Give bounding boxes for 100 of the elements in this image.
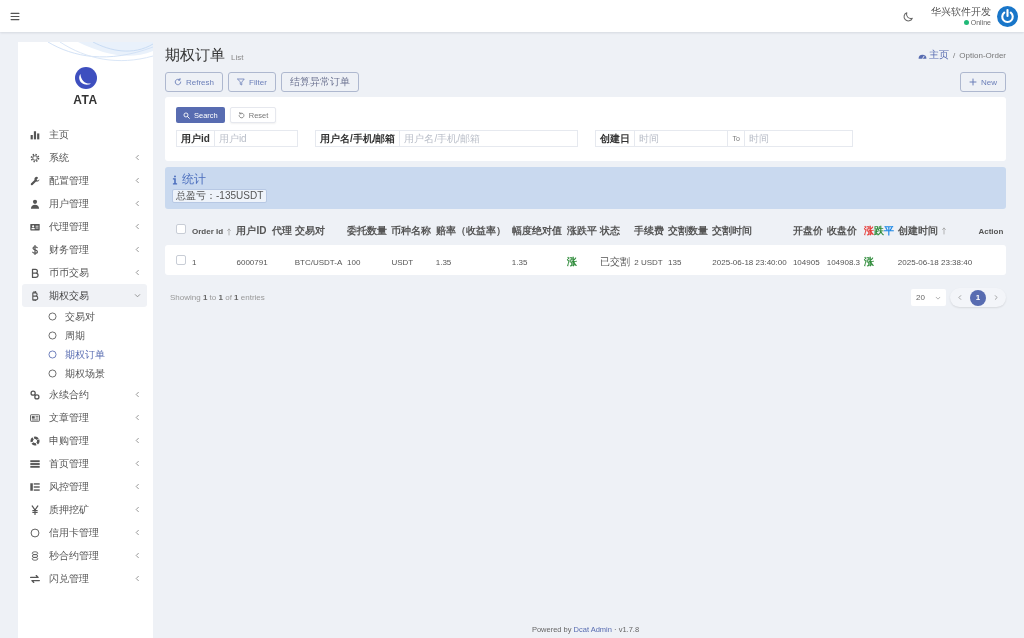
moon-icon[interactable]: [903, 10, 914, 22]
sidebar-item[interactable]: 代理管理: [22, 215, 147, 238]
sidebar-item[interactable]: 期权交易: [22, 284, 147, 307]
sidebar-item[interactable]: 闪兑管理: [22, 567, 147, 590]
table-cell: 2 USDT: [634, 258, 663, 267]
sidebar-item[interactable]: 质押挖矿: [22, 498, 147, 521]
column-header: 委托数量: [347, 224, 388, 238]
undo-icon: [237, 111, 245, 119]
column-header: 交割时间: [712, 224, 753, 238]
refresh-button[interactable]: Refresh: [165, 72, 223, 92]
column-header: 币种名称: [391, 224, 432, 238]
field-label: 用户名/手机/邮箱: [314, 130, 401, 147]
chevron-left-icon: [134, 506, 141, 513]
submenu-item[interactable]: 期权订单: [48, 345, 123, 364]
column-header: 代理: [271, 224, 292, 238]
chevron-right-icon: [993, 294, 999, 301]
sidebar-item[interactable]: 秒合约管理: [22, 544, 147, 567]
id-card-icon: [30, 221, 40, 232]
user-name: 华兴软件开发: [931, 5, 991, 18]
input-field[interactable]: 用户名/手机/邮箱: [400, 130, 579, 147]
bitcoin-icon: [30, 290, 40, 301]
status-dot-icon: [963, 19, 969, 25]
sort-arrow-icon: [226, 227, 233, 236]
search-icon: [183, 111, 190, 119]
sidebar-item[interactable]: 币币交易: [22, 261, 147, 284]
coins-icon: [30, 550, 40, 561]
column-header: 开盘价: [792, 224, 823, 238]
submenu-item[interactable]: 交易对: [48, 307, 123, 326]
table-cell: 涨: [864, 256, 875, 267]
chevron-left-icon: [134, 483, 141, 490]
new-button[interactable]: New: [960, 72, 1006, 92]
circle-icon: [48, 369, 57, 378]
chevron-left-icon: [134, 437, 141, 444]
column-header: 涨跌平: [566, 224, 597, 238]
user-icon: [30, 198, 40, 209]
chevron-down-icon: [134, 292, 141, 299]
table-cell: USDT: [391, 258, 414, 267]
column-header: 用户ID: [236, 224, 267, 238]
sidebar-item[interactable]: 系统: [22, 146, 147, 169]
chevron-left-icon: [134, 552, 141, 559]
filter-button[interactable]: Filter: [228, 72, 276, 92]
per-page-select[interactable]: 20: [911, 289, 946, 306]
sidebar-item[interactable]: 首页管理: [22, 452, 147, 475]
action-button[interactable]: 结算异常订单: [280, 72, 359, 92]
page-subtitle: List: [231, 53, 244, 62]
lifebuoy-icon: [30, 435, 40, 446]
chevron-left-icon: [134, 460, 141, 467]
sidebar-item[interactable]: 信用卡管理: [22, 521, 147, 544]
caret-icon: [935, 294, 941, 301]
table-cell: 104905: [792, 258, 820, 267]
stats-title: 统计: [182, 173, 206, 186]
chevron-left-icon: [957, 294, 963, 301]
chevron-left-icon: [134, 529, 141, 536]
table-cell: 104908.3: [826, 258, 861, 267]
column-header[interactable]: Order Id: [192, 227, 233, 236]
input-field[interactable]: 用户id: [214, 130, 298, 147]
info-icon: [172, 174, 178, 185]
sidebar-item[interactable]: 申购管理: [22, 429, 147, 452]
yen-icon: [30, 504, 40, 515]
start-date-field[interactable]: 时间: [635, 130, 729, 147]
sidebar-item[interactable]: 用户管理: [22, 192, 147, 215]
breadcrumb-link[interactable]: 主页: [918, 48, 950, 62]
sidebar-item[interactable]: 永续合约: [22, 383, 147, 406]
menu-icon[interactable]: [10, 11, 20, 21]
select-all-checkbox[interactable]: [176, 224, 186, 234]
logo-icon: [74, 67, 97, 89]
chevron-left-icon: [134, 177, 141, 184]
list-icon: [30, 481, 40, 492]
plus-icon: [969, 78, 977, 86]
table-cell: 已交割: [600, 256, 631, 267]
table-cell: BTC/USDT-A: [294, 258, 343, 267]
filter-icon: [237, 78, 245, 86]
sidebar-item[interactable]: 主页: [22, 123, 147, 146]
field-label: 创建日: [595, 130, 636, 147]
breadcrumb-separator: /: [953, 50, 956, 60]
breadcrumb-current: Option-Order: [959, 50, 1006, 60]
submenu-item[interactable]: 期权场景: [48, 364, 123, 383]
submenu-item[interactable]: 周期: [48, 326, 123, 345]
sidebar-item[interactable]: 文章管理: [22, 406, 147, 429]
row-checkbox[interactable]: [176, 255, 186, 265]
page-button[interactable]: 1: [970, 289, 986, 306]
column-header: Action: [978, 227, 1004, 236]
b-icon: [30, 267, 40, 278]
gear-icon: [30, 152, 40, 163]
table-cell: 1.35: [435, 258, 452, 267]
link-icon: [30, 389, 40, 400]
column-header: 交割数量: [668, 224, 708, 238]
entries-summary: Showing 1 to 1 of 1 entries: [170, 293, 265, 302]
circle-icon: [48, 331, 57, 340]
column-header: 状态: [600, 224, 621, 238]
column-header: 手续费: [634, 224, 665, 238]
table-cell: 1.35: [511, 258, 528, 267]
table-cell: 100: [347, 258, 361, 267]
table-cell: 2025-06-18 23:40:00: [712, 258, 787, 267]
sidebar-item[interactable]: 财务管理: [22, 238, 147, 261]
power-icon[interactable]: [997, 5, 1018, 27]
sidebar-item[interactable]: 风控管理: [22, 475, 147, 498]
sidebar-item[interactable]: 配置管理: [22, 169, 147, 192]
end-date-field[interactable]: 时间: [744, 130, 853, 147]
column-header[interactable]: 创建时间: [897, 224, 947, 238]
